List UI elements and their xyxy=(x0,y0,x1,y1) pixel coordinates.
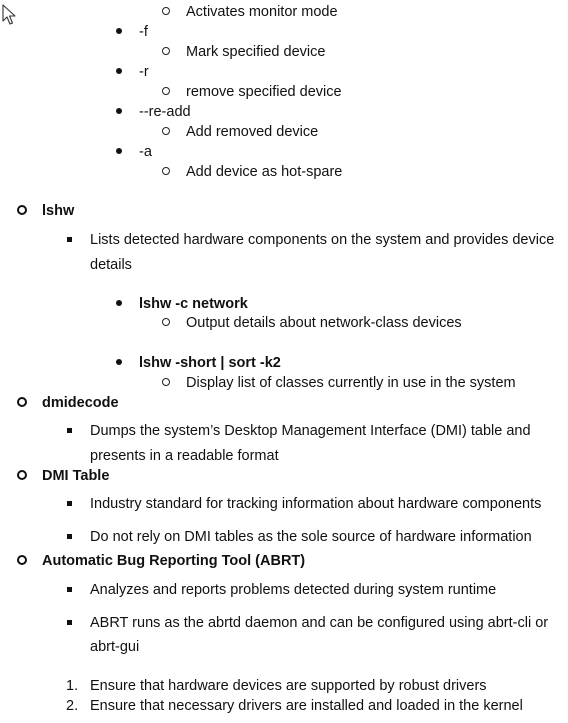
list-item-text: Ensure that necessary drivers are instal… xyxy=(90,698,523,714)
filled-bullet-icon xyxy=(114,294,124,314)
list-item-text: Mark specified device xyxy=(186,44,326,60)
square-bullet-icon xyxy=(64,527,74,547)
list-item-text: Activates monitor mode xyxy=(186,4,338,20)
list-item-text-continuation: presents in a readable format xyxy=(90,448,279,464)
list-item-text: Add device as hot-spare xyxy=(186,164,343,180)
filled-bullet-icon xyxy=(114,62,124,82)
section-heading: Automatic Bug Reporting Tool (ABRT) xyxy=(42,553,306,569)
filled-bullet-icon xyxy=(114,353,124,373)
section-heading: dmidecode xyxy=(42,395,119,411)
filled-bullet-icon xyxy=(114,102,124,122)
list-item-text: Lists detected hardware components on th… xyxy=(90,232,555,248)
document-page: Activates monitor mode -f Mark specified… xyxy=(0,0,568,723)
hollow-bullet-icon xyxy=(161,162,171,182)
list-item-text: -f xyxy=(139,24,148,40)
list-item-text: Industry standard for tracking informati… xyxy=(90,496,542,512)
hollow-bullet-icon xyxy=(161,313,171,333)
list-item-text: Ensure that hardware devices are support… xyxy=(90,678,487,694)
hollow-bullet-icon xyxy=(161,82,171,102)
list-item-text-continuation: details xyxy=(90,257,132,273)
hollow-bullet-icon xyxy=(161,122,171,142)
square-bullet-icon xyxy=(64,613,74,633)
section-heading: DMI Table xyxy=(42,468,110,484)
list-item-text: ABRT runs as the abrtd daemon and can be… xyxy=(90,615,549,631)
command-heading: lshw -c network xyxy=(139,296,248,312)
list-item-text: -r xyxy=(139,64,149,80)
list-item-text: -a xyxy=(139,144,152,160)
list-number: 1. xyxy=(66,678,79,694)
hollow-bullet-icon xyxy=(161,42,171,62)
list-item-text: Do not rely on DMI tables as the sole so… xyxy=(90,529,532,545)
mouse-pointer-icon xyxy=(2,4,16,25)
square-bullet-icon xyxy=(64,494,74,514)
list-item-text: remove specified device xyxy=(186,84,342,100)
list-item-text: --re-add xyxy=(139,104,191,120)
list-item-text: Add removed device xyxy=(186,124,319,140)
square-bullet-icon xyxy=(64,421,74,441)
list-item-text: Output details about network-class devic… xyxy=(186,315,462,331)
list-item-text: Display list of classes currently in use… xyxy=(186,375,516,391)
list-item-text: Analyzes and reports problems detected d… xyxy=(90,582,497,598)
section-heading: lshw xyxy=(42,203,75,219)
filled-bullet-icon xyxy=(114,142,124,162)
list-item-text: Dumps the system’s Desktop Management In… xyxy=(90,423,531,439)
filled-bullet-icon xyxy=(114,22,124,42)
square-bullet-icon xyxy=(64,580,74,600)
list-item-text-continuation: abrt-gui xyxy=(90,639,140,655)
list-number: 2. xyxy=(66,698,79,714)
hollow-bullet-icon xyxy=(17,466,27,486)
hollow-bullet-icon xyxy=(17,393,27,413)
hollow-bullet-icon xyxy=(17,551,27,571)
command-heading: lshw -short | sort -k2 xyxy=(139,355,281,371)
hollow-bullet-icon xyxy=(161,373,171,393)
hollow-bullet-icon xyxy=(161,2,171,22)
square-bullet-icon xyxy=(64,230,74,250)
hollow-bullet-icon xyxy=(17,201,27,221)
